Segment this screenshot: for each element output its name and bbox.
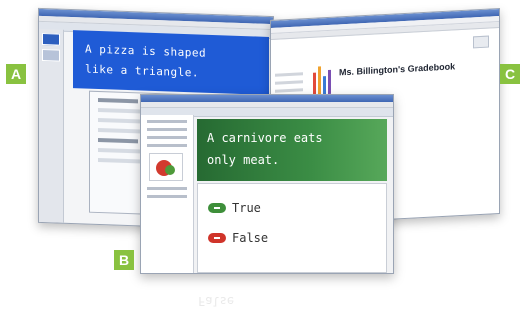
sidebar-item[interactable] xyxy=(147,128,187,131)
dialog-row xyxy=(98,137,138,144)
false-pill-icon xyxy=(208,233,226,243)
nav-item[interactable] xyxy=(275,88,303,93)
answer-false-label: False xyxy=(232,231,269,245)
question-text-line1: A carnivore eats xyxy=(207,131,323,145)
answer-panel: True False xyxy=(197,183,387,273)
apple-icon xyxy=(156,160,175,176)
slide-thumbnail[interactable] xyxy=(42,33,60,46)
question-thumbnail[interactable] xyxy=(149,153,183,181)
sidebar-item[interactable] xyxy=(147,144,187,147)
answer-option-false[interactable]: False xyxy=(208,230,268,246)
titlebar xyxy=(141,95,393,102)
true-pill-icon xyxy=(208,203,226,213)
slide-thumbnail[interactable] xyxy=(42,49,60,62)
answer-true-label: True xyxy=(232,201,261,215)
sidebar-item[interactable] xyxy=(147,120,187,123)
slide-canvas: A pizza is shaped like a triangle. xyxy=(73,30,269,95)
sidebar-item[interactable] xyxy=(147,136,187,139)
question-text-line2: only meat. xyxy=(207,153,280,167)
answer-option-true[interactable]: True xyxy=(208,200,261,216)
slide-text-line2: like a triangle. xyxy=(85,62,199,80)
question-panel: A carnivore eats only meat. xyxy=(197,119,387,181)
dialog-row xyxy=(98,97,138,104)
sidebar-item[interactable] xyxy=(147,195,187,198)
toolbar-button[interactable] xyxy=(473,35,489,49)
nav-item[interactable] xyxy=(275,72,303,77)
sidebar-item[interactable] xyxy=(147,187,187,190)
gradebook-chart-icon xyxy=(313,64,331,95)
nav-item[interactable] xyxy=(275,80,303,85)
reflection-text: False xyxy=(198,294,235,308)
label-c: C xyxy=(500,64,520,84)
gradebook-title: Ms. Billington's Gradebook xyxy=(339,61,456,78)
slide-thumbnail-panel xyxy=(39,28,64,223)
slide-text-line1: A pizza is shaped xyxy=(85,42,207,60)
quiz-sidebar xyxy=(141,115,194,273)
label-b: B xyxy=(114,250,134,270)
label-a: A xyxy=(6,64,26,84)
window-b-quiz: A carnivore eats only meat. True False xyxy=(140,94,394,274)
reflection: False xyxy=(198,288,318,308)
